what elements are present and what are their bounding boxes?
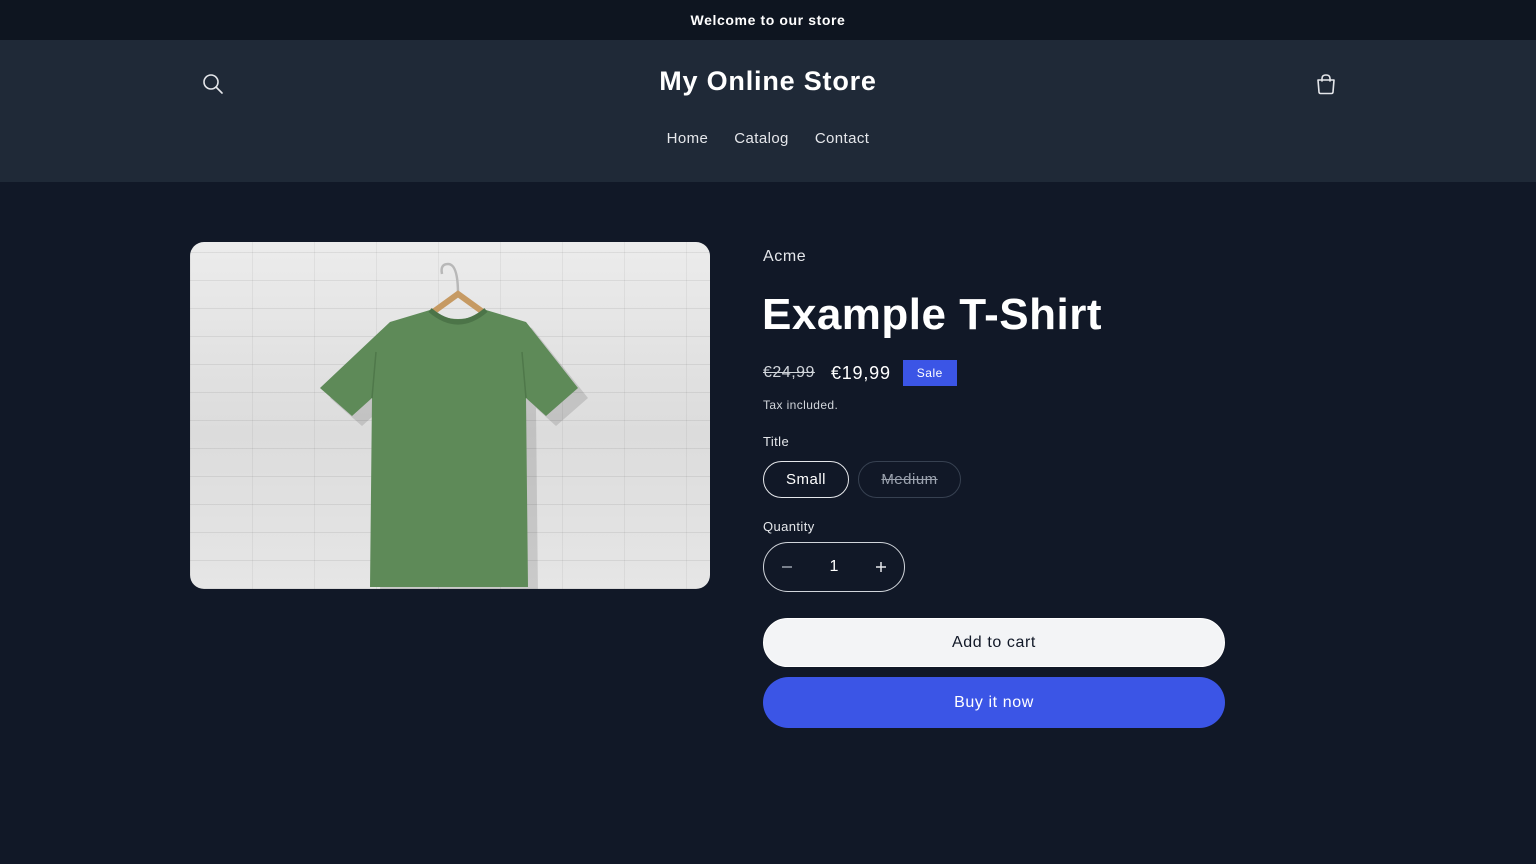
variant-option-label: Title xyxy=(763,434,790,449)
plus-icon xyxy=(876,562,886,572)
quantity-increase-button[interactable] xyxy=(858,543,904,591)
cart-icon xyxy=(1317,74,1335,95)
product-vendor: Acme xyxy=(763,248,807,265)
sale-badge: Sale xyxy=(902,360,957,386)
cart-button[interactable] xyxy=(1309,67,1343,101)
sale-price: €19,99 xyxy=(830,362,891,383)
variant-medium-button[interactable]: Medium xyxy=(858,461,961,498)
store-name[interactable]: My Online Store xyxy=(0,66,1536,97)
quantity-decrease-button[interactable] xyxy=(764,543,810,591)
tax-note: Tax included. xyxy=(763,398,839,412)
variant-small-button[interactable]: Small xyxy=(763,461,849,498)
minus-icon xyxy=(782,566,792,568)
product-image[interactable] xyxy=(190,242,710,589)
main-nav: Home Catalog Contact xyxy=(0,130,1536,147)
announcement-bar: Welcome to our store xyxy=(0,0,1536,40)
quantity-stepper xyxy=(763,542,905,592)
buy-now-button[interactable]: Buy it now xyxy=(763,677,1225,728)
nav-item-home[interactable]: Home xyxy=(667,130,709,147)
quantity-label: Quantity xyxy=(763,519,815,534)
quantity-input[interactable] xyxy=(810,543,858,591)
t-shirt-image xyxy=(320,262,588,589)
original-price: €24,99 xyxy=(763,364,815,381)
nav-item-catalog[interactable]: Catalog xyxy=(734,130,789,147)
price-row: €24,99 €19,99 Sale xyxy=(763,360,957,386)
nav-item-contact[interactable]: Contact xyxy=(815,130,870,147)
announcement-text: Welcome to our store xyxy=(690,12,846,28)
add-to-cart-button[interactable]: Add to cart xyxy=(763,618,1225,667)
product-title: Example T-Shirt xyxy=(762,290,1103,339)
site-header: My Online Store Home Catalog Contact xyxy=(0,40,1536,182)
